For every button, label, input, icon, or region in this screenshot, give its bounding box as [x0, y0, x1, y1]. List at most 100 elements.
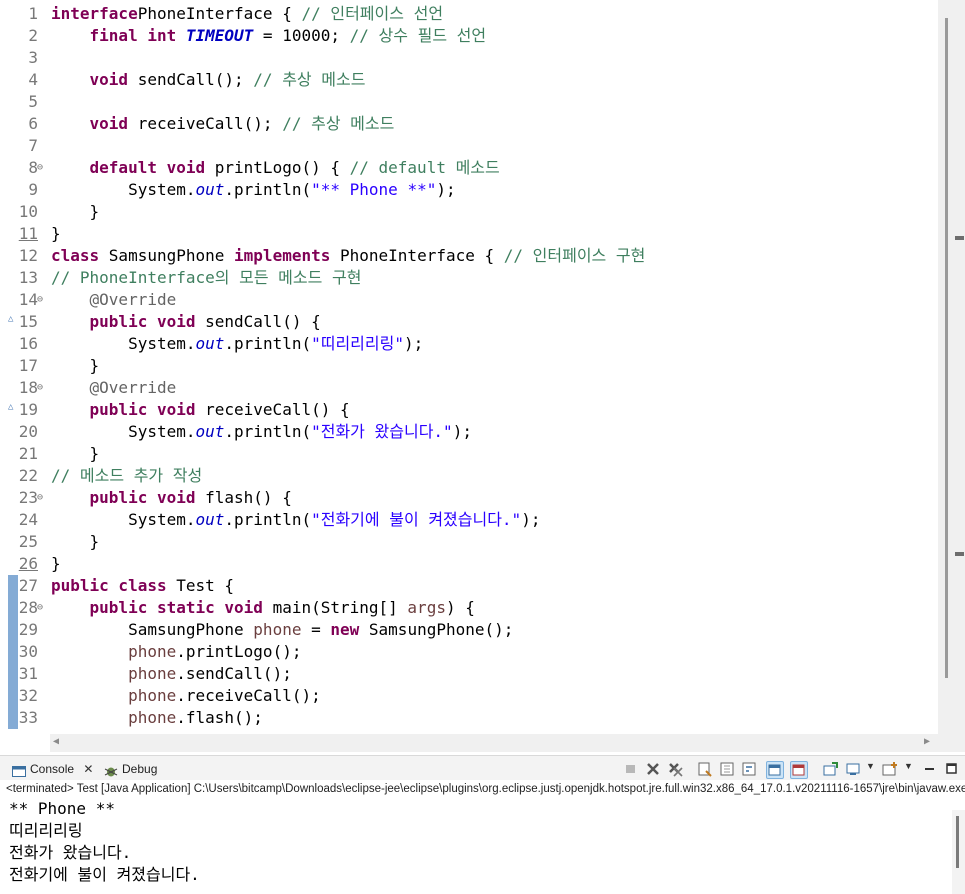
- console-scroll-thumb[interactable]: [956, 816, 959, 868]
- line-number: 21: [18, 444, 38, 463]
- code-line[interactable]: 10 }: [0, 201, 940, 223]
- console-panel-header: Console ✕ Debug ▼ ▼: [0, 755, 965, 780]
- display-console-icon[interactable]: [846, 761, 862, 777]
- code-line[interactable]: 24 System.out.println("전화기에 불이 켜졌습니다.");: [0, 509, 940, 531]
- tab-debug[interactable]: Debug: [104, 760, 157, 778]
- code-line[interactable]: 8 ⊖ default void printLogo() { // default…: [0, 157, 940, 179]
- line-number: 27: [18, 576, 38, 595]
- console-output[interactable]: ** Phone ** 띠리리리링 전화가 왔습니다. 전화기에 불이 켜졌습니…: [0, 798, 965, 894]
- line-number: 9: [28, 180, 38, 199]
- code-text: // 메소드 추가 작성: [51, 466, 203, 485]
- code-line[interactable]: 25 }: [0, 531, 940, 553]
- remove-all-terminated-icon[interactable]: [667, 761, 683, 777]
- code-line[interactable]: 4 void sendCall(); // 추상 메소드: [0, 69, 940, 91]
- horizontal-scrollbar[interactable]: ◀ ▶: [50, 734, 938, 752]
- code-line[interactable]: 20 System.out.println("전화가 왔습니다.");: [0, 421, 940, 443]
- code-text: public void receiveCall() {: [89, 400, 350, 419]
- code-text: System.out.println("전화기에 불이 켜졌습니다.");: [51, 510, 541, 529]
- code-line[interactable]: 9 System.out.println("** Phone **");: [0, 179, 940, 201]
- line-number: 30: [18, 642, 38, 661]
- code-line[interactable]: 2 final int TIMEOUT = 10000; // 상수 필드 선언: [0, 25, 940, 47]
- code-text: phone.sendCall();: [128, 664, 292, 683]
- chevron-down-icon[interactable]: ▼: [904, 761, 920, 777]
- minimize-icon[interactable]: [922, 761, 938, 777]
- code-line[interactable]: 12 class SamsungPhone implements PhoneInt…: [0, 245, 940, 267]
- tab-console[interactable]: Console ✕: [12, 760, 93, 778]
- code-text: void receiveCall(); // 추상 메소드: [89, 114, 395, 133]
- close-icon[interactable]: ✕: [83, 762, 93, 776]
- code-line[interactable]: 22 // 메소드 추가 작성: [0, 465, 940, 487]
- code-line[interactable]: 33 phone.flash();: [0, 707, 940, 729]
- code-line[interactable]: 26}: [0, 553, 940, 575]
- overview-marker[interactable]: [955, 552, 964, 556]
- code-line[interactable]: 21 }: [0, 443, 940, 465]
- code-text: SamsungPhone phone = new SamsungPhone();: [51, 620, 514, 639]
- code-text: }: [51, 202, 100, 221]
- vertical-scrollbar[interactable]: [938, 0, 965, 752]
- show-on-stdout-icon[interactable]: [766, 761, 784, 779]
- code-line[interactable]: 32 phone.receiveCall();: [0, 685, 940, 707]
- code-line[interactable]: 23 ⊖ public void flash() {: [0, 487, 940, 509]
- code-line[interactable]: 7: [0, 135, 940, 157]
- code-line[interactable]: 29 SamsungPhone phone = new SamsungPhone…: [0, 619, 940, 641]
- code-line[interactable]: 28 ⊖ public static void main(String[] arg…: [0, 597, 940, 619]
- code-text: }: [51, 532, 100, 551]
- overview-marker[interactable]: [955, 236, 964, 240]
- console-vertical-scrollbar[interactable]: [952, 810, 965, 894]
- code-line[interactable]: 1 interfacePhoneInterface { // 인터페이스 선언: [0, 3, 940, 25]
- code-text: default void printLogo() { // default 메소…: [89, 158, 500, 177]
- maximize-icon[interactable]: [944, 761, 960, 777]
- scroll-right-icon[interactable]: ▶: [924, 736, 930, 747]
- line-number: 33: [18, 708, 38, 727]
- code-line[interactable]: 31 phone.sendCall();: [0, 663, 940, 685]
- code-line[interactable]: 5: [0, 91, 940, 113]
- override-marker-icon[interactable]: △: [8, 314, 13, 324]
- vertical-scroll-thumb[interactable]: [945, 18, 948, 678]
- pin-console-icon[interactable]: [822, 761, 838, 777]
- show-on-stderr-icon[interactable]: [790, 761, 808, 779]
- fold-toggle-icon[interactable]: ⊖: [37, 162, 43, 174]
- line-number: 15: [18, 312, 38, 331]
- chevron-down-icon[interactable]: ▼: [866, 761, 882, 777]
- code-line[interactable]: 27 public class Test {: [0, 575, 940, 597]
- line-number: 24: [18, 510, 38, 529]
- code-text: class SamsungPhone implements PhoneInter…: [51, 246, 646, 265]
- code-text: System.out.println("전화가 왔습니다.");: [51, 422, 472, 441]
- line-number: 5: [28, 92, 38, 111]
- scroll-left-icon[interactable]: ◀: [53, 736, 59, 747]
- code-line[interactable]: 15 △ public void sendCall() {: [0, 311, 940, 333]
- line-number: 32: [18, 686, 38, 705]
- line-number: 12: [18, 246, 38, 265]
- code-line[interactable]: 6 void receiveCall(); // 추상 메소드: [0, 113, 940, 135]
- line-number: 16: [18, 334, 38, 353]
- fold-toggle-icon[interactable]: ⊖: [37, 602, 43, 614]
- code-text: interfacePhoneInterface { // 인터페이스 선언: [51, 4, 444, 23]
- code-line[interactable]: 30 phone.printLogo();: [0, 641, 940, 663]
- word-wrap-icon[interactable]: [741, 761, 757, 777]
- code-text: }: [51, 554, 61, 573]
- fold-toggle-icon[interactable]: ⊖: [37, 382, 43, 394]
- code-line[interactable]: 17 }: [0, 355, 940, 377]
- code-line[interactable]: 14 ⊖ @Override: [0, 289, 940, 311]
- terminate-icon[interactable]: [623, 761, 639, 777]
- code-line[interactable]: 3: [0, 47, 940, 69]
- open-console-icon[interactable]: [882, 761, 898, 777]
- tab-console-label: Console: [30, 762, 75, 776]
- remove-launch-icon[interactable]: [645, 761, 661, 777]
- code-line[interactable]: 11}: [0, 223, 940, 245]
- code-editor[interactable]: 1 interfacePhoneInterface { // 인터페이스 선언 2 …: [0, 0, 965, 752]
- code-text: public void flash() {: [89, 488, 292, 507]
- code-text: }: [51, 444, 100, 463]
- scroll-lock-icon[interactable]: [719, 761, 735, 777]
- override-marker-icon[interactable]: △: [8, 402, 13, 412]
- code-text: }: [51, 356, 100, 375]
- fold-toggle-icon[interactable]: ⊖: [37, 492, 43, 504]
- code-line[interactable]: 16 System.out.println("띠리리리링");: [0, 333, 940, 355]
- line-number: 18: [18, 378, 38, 397]
- clear-console-icon[interactable]: [697, 761, 713, 777]
- code-text: public static void main(String[] args) {: [89, 598, 475, 617]
- code-line[interactable]: 18 ⊖ @Override: [0, 377, 940, 399]
- code-line[interactable]: 19 △ public void receiveCall() {: [0, 399, 940, 421]
- fold-toggle-icon[interactable]: ⊖: [37, 294, 43, 306]
- code-line[interactable]: 13 // PhoneInterface의 모든 메소드 구현: [0, 267, 940, 289]
